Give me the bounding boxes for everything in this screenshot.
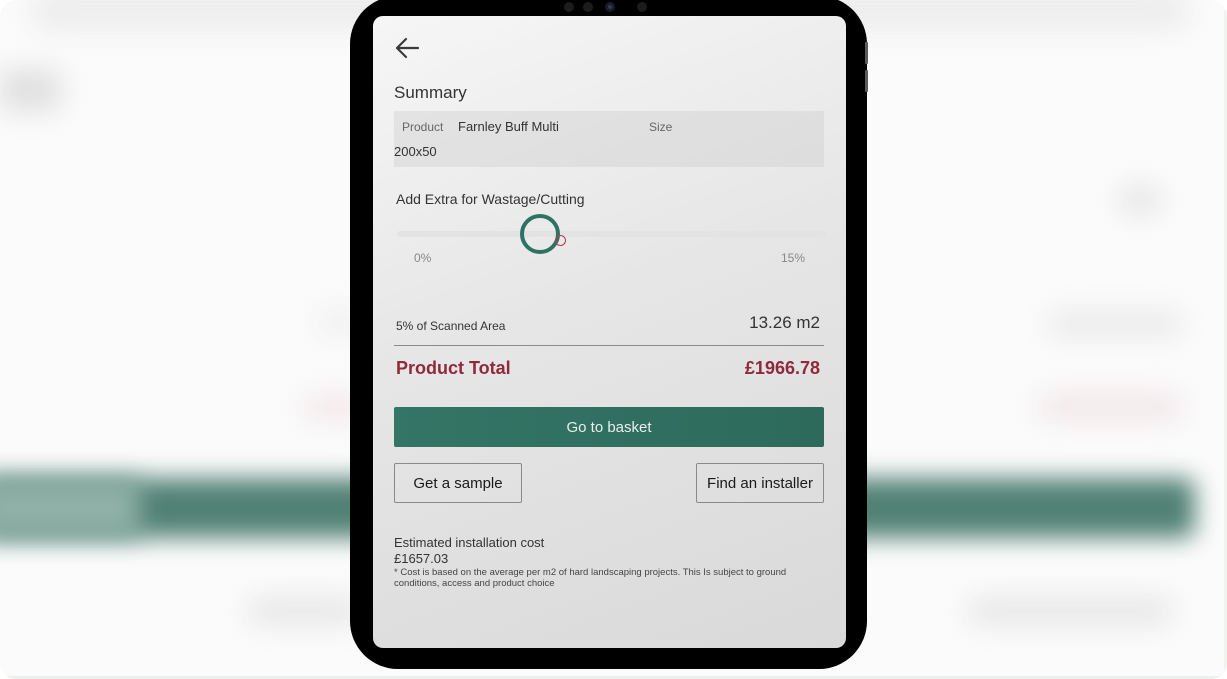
product-value: Farnley Buff Multi — [458, 119, 559, 134]
product-summary: Product Farnley Buff Multi Size 200x50 — [394, 111, 824, 167]
bg-button-blur-left — [0, 478, 140, 538]
tablet-frame: Summary Product Farnley Buff Multi Size … — [350, 0, 868, 669]
product-label: Product — [402, 120, 444, 134]
slider-max-label: 15% — [780, 251, 805, 265]
back-button[interactable] — [393, 34, 421, 62]
slider-thumb[interactable] — [520, 214, 561, 254]
volume-up-button — [865, 42, 868, 64]
product-total-label: Product Total — [396, 358, 511, 378]
bg-total-blur — [1040, 395, 1180, 419]
slider-marker — [555, 235, 567, 246]
slider-min-label: 0% — [414, 251, 432, 265]
volume-down-button — [865, 70, 868, 92]
sensor-dot — [637, 2, 647, 12]
product-total-value: £1966.78 — [744, 358, 820, 378]
installation-cost-label: Estimated installation cost — [394, 535, 545, 550]
arrow-left-icon — [395, 37, 420, 59]
size-label: Size — [649, 120, 673, 134]
divider — [394, 345, 824, 346]
scanned-area-label: 5% of Scanned Area — [396, 319, 506, 333]
wastage-slider[interactable] — [397, 212, 827, 256]
sensor-dot — [583, 2, 593, 12]
installation-cost-value: £1657.03 — [394, 551, 449, 566]
scanned-area-value: 13.26 m2 — [749, 313, 820, 332]
get-sample-button[interactable]: Get a sample — [394, 463, 522, 503]
camera-lens — [605, 2, 615, 12]
bg-text-blur — [0, 70, 60, 110]
product-total-row: Product Total £1966.78 — [394, 358, 824, 386]
installation-cost-note: * Cost is based on the average per m2 of… — [394, 567, 787, 589]
size-value: 200x50 — [394, 144, 437, 159]
bg-button-outline-blur — [250, 598, 360, 624]
scanned-area-row: 5% of Scanned Area 13.26 m2 — [394, 312, 824, 346]
app-screen: Summary Product Farnley Buff Multi Size … — [373, 16, 846, 648]
slider-track[interactable] — [397, 231, 827, 237]
find-installer-button[interactable]: Find an installer — [696, 463, 824, 503]
bg-row-blur — [1050, 312, 1180, 336]
wastage-label: Add Extra for Wastage/Cutting — [396, 191, 585, 207]
page-title: Summary — [394, 83, 467, 102]
bg-icon-blur — [1120, 185, 1160, 215]
sensor-dot — [564, 2, 574, 12]
go-to-basket-button[interactable]: Go to basket — [394, 407, 824, 447]
bg-button-outline-blur — [970, 598, 1170, 624]
